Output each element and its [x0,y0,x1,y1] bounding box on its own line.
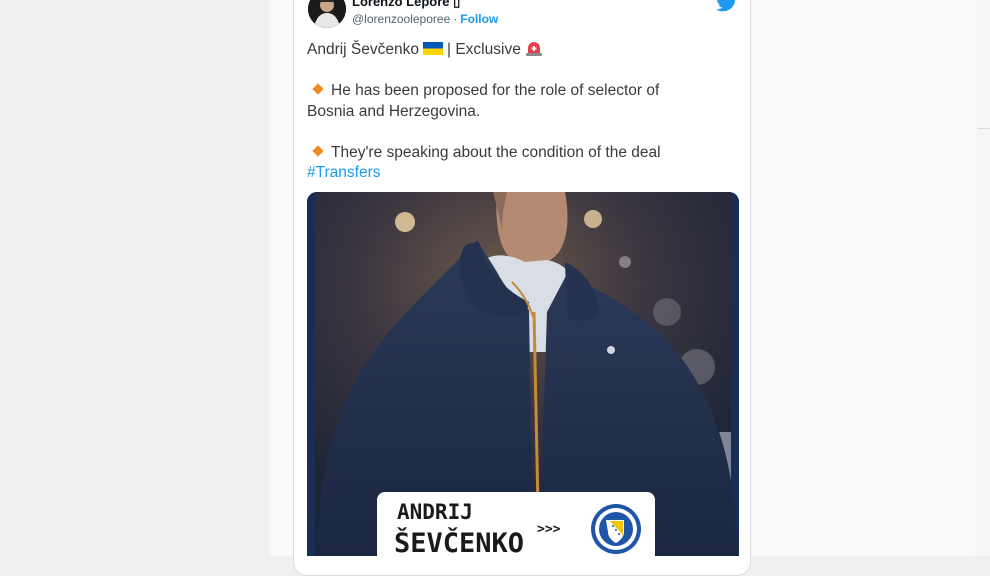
rotating-light-icon [525,40,543,56]
point-2-text: They're speaking about the condition of … [331,143,661,161]
author-name[interactable]: Lorenzo Lepore ▯ [352,0,460,10]
orange-diamond-icon [312,83,324,95]
orange-diamond-icon [312,144,324,157]
hashtag-line: #Transfers [307,163,737,184]
twitter-bird-icon[interactable] [716,0,738,12]
ukraine-flag-icon [423,41,444,55]
hashtag-link[interactable]: #Transfers [307,164,381,181]
author-name-text[interactable]: Lorenzo Lepore [352,0,450,9]
point-1-line-2: Bosnia and Herzegovina. [307,102,481,120]
plate-last-name: ŠEVČENKO [394,528,525,559]
author-handle-row: @lorenzooleporee · Follow [352,12,498,26]
plate-arrows: >>> [537,522,561,537]
tweet-text: Andrij Ševčenko | Exclusive He has been p… [307,40,737,184]
tweet-title: Andrij Ševčenko [307,41,420,58]
right-divider [978,128,990,129]
point-2-line: They're speaking about the condition of … [307,143,737,164]
point-1-text-1: He has been proposed for the role of sel… [331,82,660,99]
left-background [0,0,270,556]
verified-badge-glyph: ▯ [453,0,461,9]
follow-button[interactable]: Follow [460,12,498,26]
tweet-title-suffix: | Exclusive [447,41,521,58]
football-federation-crest-icon [591,504,641,554]
right-background [975,0,990,556]
author-handle[interactable]: @lorenzooleporee [352,12,450,26]
tweet-title-line: Andrij Ševčenko | Exclusive [307,40,737,61]
separator-dot: · [453,12,458,26]
point-1-line-1: He has been proposed for the role of sel… [307,81,737,102]
plate-first-name: ANDRIJ [397,500,473,524]
